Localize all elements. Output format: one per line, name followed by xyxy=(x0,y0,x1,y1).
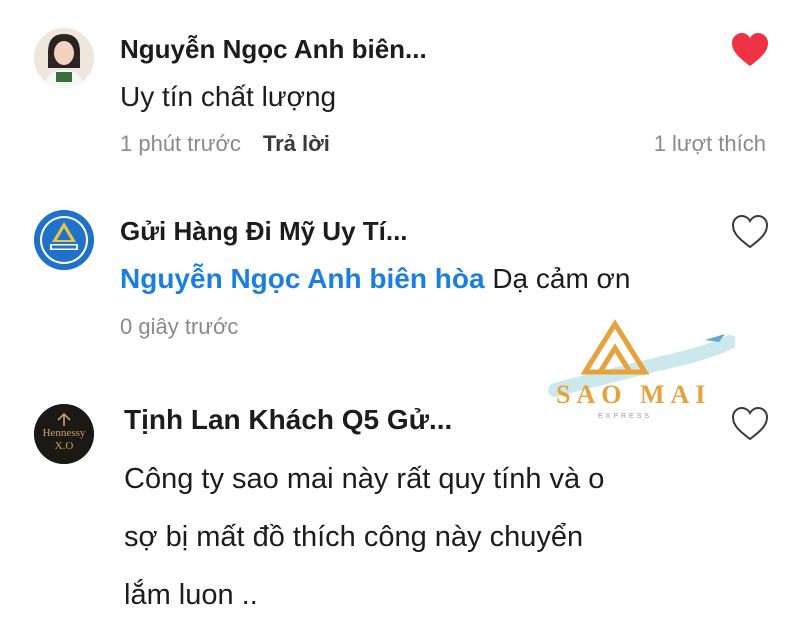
comment-time: 1 phút trước xyxy=(120,131,241,156)
company-logo-icon xyxy=(34,210,94,270)
comment-text-line: lắm luon .. xyxy=(124,579,258,611)
reply-button[interactable]: Trả lời xyxy=(263,131,330,156)
user-photo-icon xyxy=(34,28,94,88)
comment-time: 0 giây trước xyxy=(120,314,239,339)
heart-outline-icon[interactable] xyxy=(730,406,770,442)
comment-text-line: Công ty sao mai này rất quy tính và o xyxy=(124,463,605,495)
commenter-name[interactable]: Gửi Hàng Đi Mỹ Uy Tí... xyxy=(120,216,408,247)
avatar[interactable] xyxy=(34,210,94,270)
mention-link[interactable]: Nguyễn Ngọc Anh biên hòa xyxy=(120,263,485,294)
heart-filled-icon[interactable] xyxy=(730,32,770,68)
comment-text: Công ty sao mai này rất quy tính và o sợ… xyxy=(124,450,604,624)
avatar-brand-text: Hennessy xyxy=(42,427,86,439)
commenter-name[interactable]: Nguyễn Ngọc Anh biên... xyxy=(120,34,427,65)
comment-text: Nguyễn Ngọc Anh biên hòa Dạ cảm ơn xyxy=(120,256,631,302)
comment-3: Hennessy X.O Tịnh Lan Khách Q5 Gử... Côn… xyxy=(0,370,800,611)
heart-outline-icon[interactable] xyxy=(730,214,770,250)
avatar[interactable] xyxy=(34,28,94,88)
comment-meta: 1 phút trước Trả lời xyxy=(120,131,330,157)
comment-1: Nguyễn Ngọc Anh biên... Uy tín chất lượn… xyxy=(0,0,800,190)
like-count[interactable]: 1 lượt thích xyxy=(654,131,766,157)
avatar[interactable]: Hennessy X.O xyxy=(34,404,94,464)
comment-text-line: sợ bị mất đồ thích công này chuyển xyxy=(124,521,584,553)
avatar-brand-subtext: X.O xyxy=(54,440,74,452)
reply-text: Dạ cảm ơn xyxy=(492,263,631,294)
comment-text: Uy tín chất lượng xyxy=(120,81,337,112)
commenter-name[interactable]: Tịnh Lan Khách Q5 Gử... xyxy=(124,404,452,436)
